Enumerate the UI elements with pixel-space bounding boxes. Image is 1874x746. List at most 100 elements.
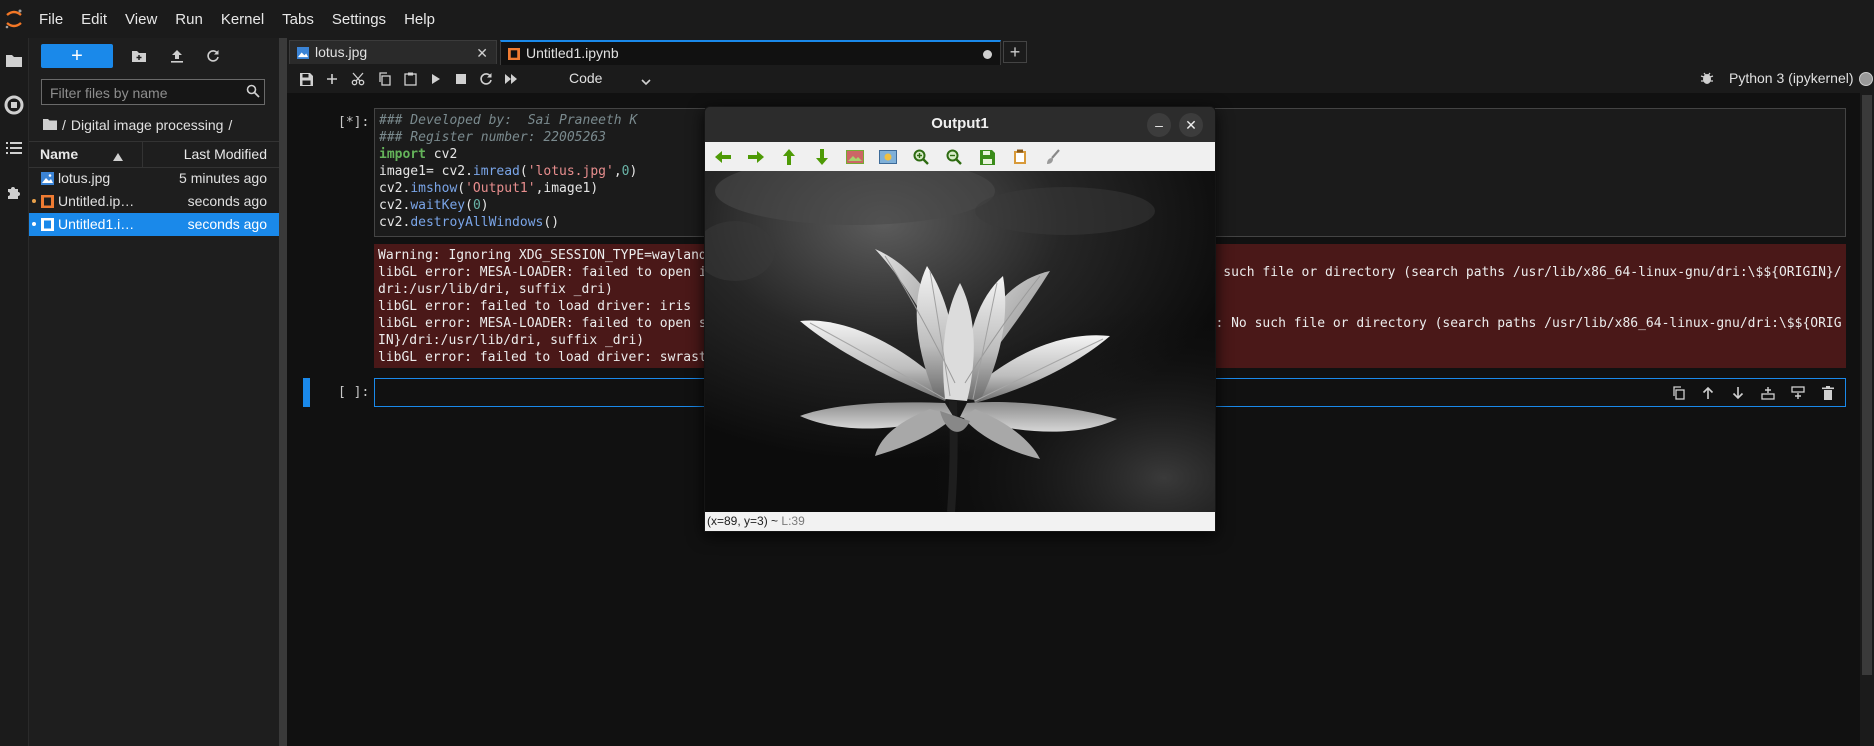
menu-tabs[interactable]: Tabs: [273, 11, 323, 28]
save-image-icon[interactable]: [977, 147, 997, 167]
insert-below-icon[interactable]: [1788, 383, 1808, 403]
file-name: lotus.jpg: [58, 170, 111, 186]
file-modified: seconds ago: [187, 193, 267, 209]
duplicate-cell-icon[interactable]: [1668, 383, 1688, 403]
file-modified: seconds ago: [187, 216, 267, 232]
extension-icon[interactable]: [2, 180, 26, 204]
delete-cell-icon[interactable]: [1818, 383, 1838, 403]
file-name: Untitled1.ipynb: [58, 216, 138, 232]
sidebar-splitter[interactable]: [279, 38, 287, 746]
status-coords: (x=89, y=3) ~: [707, 514, 779, 528]
notebook-file-icon: [41, 218, 54, 234]
active-cell-marker[interactable]: [303, 378, 310, 407]
run-icon[interactable]: [425, 69, 447, 89]
code-line: ### Register number: 22005263: [379, 130, 606, 145]
copy-clipboard-icon[interactable]: [1010, 147, 1030, 167]
menu-edit[interactable]: Edit: [72, 11, 116, 28]
code-line: ### Developed by: Sai Praneeth K: [379, 113, 638, 128]
zoom-fit-icon[interactable]: [845, 147, 865, 167]
file-modified: 5 minutes ago: [179, 170, 267, 186]
paste-icon[interactable]: [399, 69, 421, 89]
menu-file[interactable]: File: [30, 11, 72, 28]
menu-settings[interactable]: Settings: [323, 11, 395, 28]
running-icon[interactable]: [2, 93, 26, 117]
breadcrumb-folder[interactable]: Digital image processing: [71, 117, 224, 133]
debugger-bug-icon[interactable]: [1700, 71, 1714, 88]
column-divider[interactable]: [142, 142, 143, 167]
pan-right-icon[interactable]: [746, 147, 766, 167]
zoom-out-icon[interactable]: [944, 147, 964, 167]
stop-icon[interactable]: [450, 69, 472, 89]
notebook-toolbar: Code Python 3 (ipykernel): [287, 65, 1874, 94]
file-filter-input[interactable]: [48, 82, 236, 104]
cut-icon[interactable]: [347, 69, 369, 89]
menu-run[interactable]: Run: [166, 11, 212, 28]
unsaved-dot-icon[interactable]: [983, 50, 992, 59]
close-button[interactable]: ✕: [1179, 113, 1203, 137]
zoom-in-icon[interactable]: [911, 147, 931, 167]
pan-left-icon[interactable]: [713, 147, 733, 167]
tab-close-icon[interactable]: ✕: [476, 45, 488, 62]
activity-bar: [0, 38, 29, 746]
file-browser-toolbar: +: [29, 38, 279, 78]
file-filter-box: [41, 79, 265, 105]
menu-help[interactable]: Help: [395, 11, 444, 28]
add-tab-button[interactable]: +: [1003, 41, 1027, 63]
window-titlebar[interactable]: Output1 – ✕: [705, 107, 1215, 142]
restart-icon[interactable]: [475, 69, 497, 89]
sort-ascending-icon[interactable]: [113, 148, 123, 164]
refresh-icon[interactable]: [201, 45, 225, 67]
tab-untitled1-ipynb[interactable]: Untitled1.ipynb: [500, 40, 1001, 66]
insert-cell-icon[interactable]: [321, 69, 343, 89]
folder-icon[interactable]: [2, 48, 26, 72]
chevron-down-icon: [641, 73, 651, 89]
file-row-selected[interactable]: Untitled1.ipynb seconds ago: [29, 213, 279, 236]
kernel-status-icon: [1859, 72, 1873, 86]
image-file-icon: [41, 172, 54, 188]
zoom-original-icon[interactable]: [878, 147, 898, 167]
running-indicator: [32, 199, 36, 203]
file-name: Untitled.ipynb: [58, 193, 138, 209]
minimize-button[interactable]: –: [1147, 113, 1171, 137]
move-down-icon[interactable]: [1728, 383, 1748, 403]
search-icon: [246, 84, 260, 101]
notebook-file-icon: [41, 195, 54, 211]
file-list-header: Name Last Modified: [29, 141, 279, 168]
breadcrumb-separator: /: [62, 117, 66, 133]
tab-lotus-jpg[interactable]: lotus.jpg ✕: [289, 40, 497, 64]
image-file-icon: [297, 46, 309, 62]
new-launcher-button[interactable]: +: [41, 44, 113, 68]
insert-above-icon[interactable]: [1758, 383, 1778, 403]
lotus-image[interactable]: [705, 157, 1215, 513]
file-browser: + / Digital image processing / Name Last…: [29, 38, 279, 746]
cell-type-select[interactable]: Code: [567, 69, 655, 89]
copy-icon[interactable]: [373, 69, 395, 89]
output-line: IN}/dri:/usr/lib/dri, suffix _dri): [378, 333, 645, 348]
move-up-icon[interactable]: [1698, 383, 1718, 403]
pixel-coordinates: (x=89, y=3) ~ L:39: [707, 514, 805, 528]
breadcrumb-separator: /: [228, 117, 233, 133]
fast-forward-icon[interactable]: [500, 69, 522, 89]
code-line: cv2.imshow('Output1',image1): [379, 181, 599, 196]
toc-icon[interactable]: [2, 136, 26, 160]
save-icon[interactable]: [295, 69, 317, 89]
cell-prompt: [ ]:: [338, 385, 370, 400]
properties-brush-icon[interactable]: [1043, 147, 1063, 167]
upload-icon[interactable]: [165, 45, 189, 67]
document-tab-bar: lotus.jpg ✕ Untitled1.ipynb +: [287, 38, 1874, 66]
tab-label: lotus.jpg: [315, 44, 368, 60]
scrollbar-thumb[interactable]: [1862, 95, 1872, 675]
pan-up-icon[interactable]: [779, 147, 799, 167]
home-folder-icon[interactable]: [43, 117, 57, 133]
cell-prompt: [*]:: [338, 115, 370, 130]
file-row[interactable]: Untitled.ipynb seconds ago: [29, 190, 279, 213]
pan-down-icon[interactable]: [812, 147, 832, 167]
column-name-header[interactable]: Name: [40, 146, 78, 162]
new-folder-icon[interactable]: [127, 45, 151, 67]
output-line: dri:/usr/lib/dri, suffix _dri): [378, 282, 613, 297]
menu-kernel[interactable]: Kernel: [212, 11, 273, 28]
file-row[interactable]: lotus.jpg 5 minutes ago: [29, 167, 279, 190]
column-modified-header[interactable]: Last Modified: [184, 146, 267, 162]
menu-view[interactable]: View: [116, 11, 166, 28]
kernel-name[interactable]: Python 3 (ipykernel): [1729, 70, 1854, 86]
